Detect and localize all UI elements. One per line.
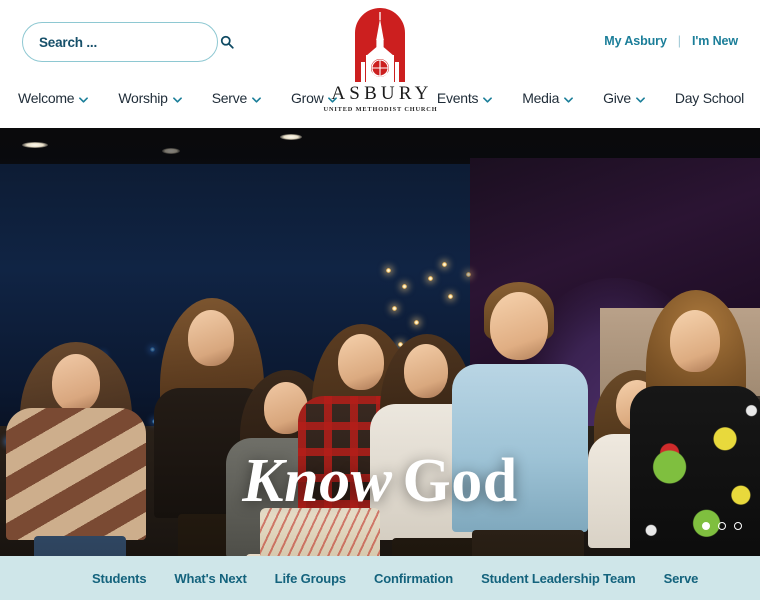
chevron-down-icon — [252, 96, 261, 103]
nav-item-welcome[interactable]: Welcome — [18, 90, 89, 106]
nav-item-day-school[interactable]: Day School — [675, 90, 744, 106]
hero-title: Know God — [0, 450, 760, 512]
utility-link-im-new[interactable]: I'm New — [692, 34, 738, 48]
nav-group-right: Events Media Give Day School — [437, 90, 744, 106]
nav-group-left: Welcome Worship Serve Grow — [18, 90, 338, 106]
nav-item-label: Welcome — [18, 90, 75, 106]
utility-links: My Asbury | I'm New — [604, 34, 738, 48]
nav-item-label: Grow — [291, 90, 324, 106]
chevron-down-icon — [635, 96, 645, 103]
chevron-down-icon — [172, 96, 182, 103]
subnav-item-students[interactable]: Students — [92, 571, 147, 586]
nav-item-label: Give — [603, 90, 631, 106]
section-subnav: Students What's Next Life Groups Confirm… — [0, 556, 760, 600]
search-box[interactable] — [22, 22, 234, 62]
utility-link-my-asbury[interactable]: My Asbury — [604, 34, 667, 48]
subnav-item-whats-next[interactable]: What's Next — [174, 571, 246, 586]
hero-title-word-1: Know — [242, 447, 393, 515]
nav-item-label: Events — [436, 90, 479, 106]
hero-title-word-2: God — [402, 447, 518, 515]
subnav-item-confirmation[interactable]: Confirmation — [374, 571, 453, 586]
nav-item-serve[interactable]: Serve — [212, 90, 261, 106]
chevron-down-icon — [483, 96, 493, 103]
church-steeple-arch-icon — [353, 6, 407, 82]
site-header: My Asbury | I'm New — [0, 0, 760, 128]
nav-item-events[interactable]: Events — [436, 90, 493, 106]
nav-item-label: Serve — [211, 90, 248, 106]
nav-item-worship[interactable]: Worship — [118, 90, 182, 106]
nav-item-grow[interactable]: Grow — [291, 90, 338, 106]
search-icon[interactable] — [220, 35, 234, 49]
chevron-down-icon — [79, 96, 89, 103]
carousel-dots — [702, 522, 742, 530]
nav-item-give[interactable]: Give — [603, 90, 645, 106]
nav-item-label: Day School — [674, 90, 744, 106]
nav-item-label: Media — [522, 90, 560, 106]
subnav-item-life-groups[interactable]: Life Groups — [275, 571, 346, 586]
search-input[interactable] — [39, 34, 220, 50]
subnav-item-serve[interactable]: Serve — [664, 571, 699, 586]
hero-carousel: Know God — [0, 128, 760, 556]
utility-separator: | — [677, 34, 681, 48]
nav-item-label: Worship — [118, 90, 168, 106]
subnav-item-student-leadership-team[interactable]: Student Leadership Team — [481, 571, 636, 586]
carousel-dot-3[interactable] — [734, 522, 742, 530]
nav-item-media[interactable]: Media — [522, 90, 574, 106]
carousel-dot-1[interactable] — [702, 522, 710, 530]
chevron-down-icon — [564, 96, 574, 103]
chevron-down-icon — [328, 96, 338, 103]
main-navigation: Welcome Worship Serve Grow Events Media … — [0, 90, 760, 114]
carousel-dot-2[interactable] — [718, 522, 726, 530]
